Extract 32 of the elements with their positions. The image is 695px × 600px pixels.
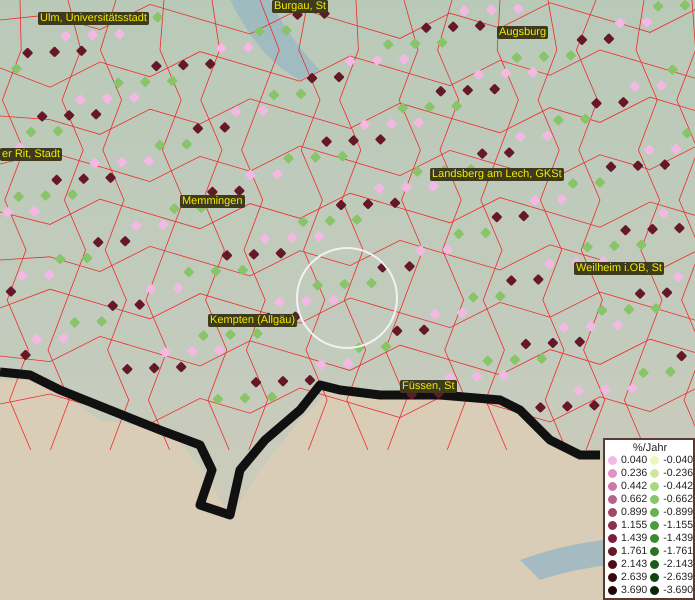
place-label: Landsberg am Lech, GKSt bbox=[430, 168, 564, 181]
legend-value: -1.439 bbox=[663, 532, 694, 544]
place-label: Augsburg bbox=[497, 26, 548, 39]
legend-value: 3.690 bbox=[621, 584, 648, 596]
place-label: Füssen, St bbox=[400, 380, 457, 393]
legend-value: -0.899 bbox=[663, 506, 694, 518]
place-label: Kempten (Allgäu) bbox=[208, 314, 297, 327]
legend-title: %/Jahr bbox=[632, 442, 668, 454]
legend-value: 0.040 bbox=[621, 454, 648, 466]
legend-value: -2.143 bbox=[663, 558, 694, 570]
place-label: Ulm, Universitätsstadt bbox=[38, 12, 149, 25]
legend-value: 0.662 bbox=[621, 493, 648, 505]
place-label: Weilheim i.OB, St bbox=[574, 262, 664, 275]
legend-value: -1.155 bbox=[663, 519, 694, 531]
place-label: Memmingen bbox=[180, 195, 245, 208]
legend-value: -1.761 bbox=[663, 545, 694, 557]
legend-value: -0.662 bbox=[663, 493, 694, 505]
place-label: Burgau, St bbox=[272, 0, 328, 13]
legend-value: 1.155 bbox=[621, 519, 648, 531]
legend-value: 2.639 bbox=[621, 571, 648, 583]
legend-value: -2.639 bbox=[663, 571, 694, 583]
place-label: er Rit, Stadt bbox=[0, 148, 62, 161]
legend-value: 1.761 bbox=[621, 545, 648, 557]
legend-value: -3.690 bbox=[663, 584, 694, 596]
legend-value: 1.439 bbox=[621, 532, 648, 544]
legend-value: 0.899 bbox=[621, 506, 648, 518]
legend-value: -0.442 bbox=[663, 480, 694, 492]
legend-value: 0.442 bbox=[621, 480, 648, 492]
legend-value: 2.143 bbox=[621, 558, 648, 570]
legend-value: -0.040 bbox=[663, 454, 694, 466]
legend-value: -0.236 bbox=[663, 467, 694, 479]
legend-value: 0.236 bbox=[621, 467, 648, 479]
